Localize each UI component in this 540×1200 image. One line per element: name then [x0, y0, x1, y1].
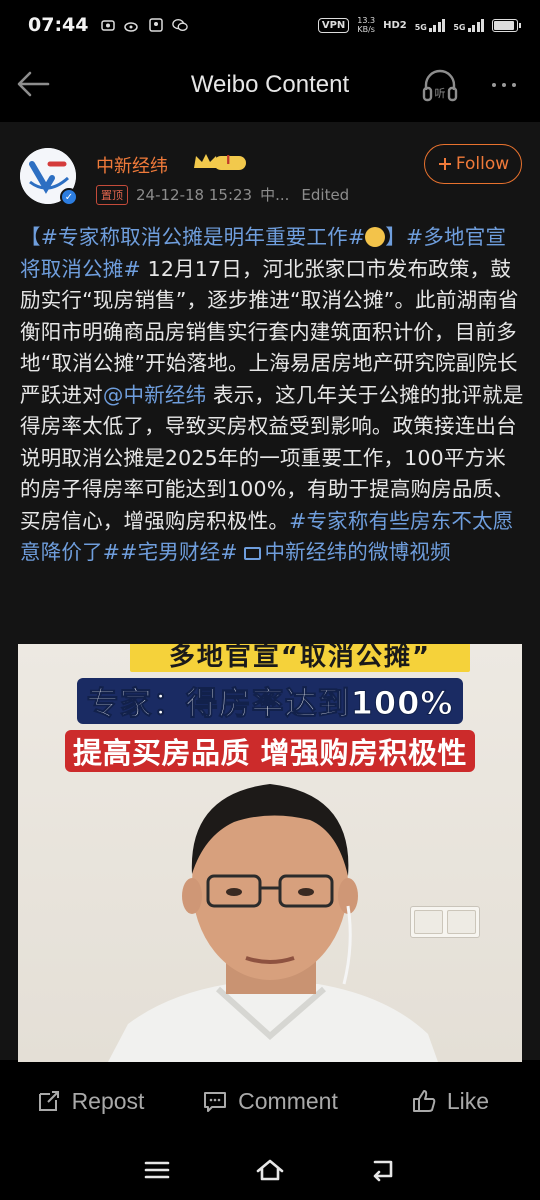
follow-label: Follow [455, 154, 510, 174]
home-icon [256, 1159, 284, 1181]
signal-bars-icon [428, 18, 446, 32]
bracket-close: 】 [385, 225, 406, 249]
notification-icons [100, 17, 189, 33]
video-player[interactable]: 多地官宣“取消公摊” 专家：得房率达到100% 提高买房品质 增强购房积极性 [18, 644, 522, 1062]
page-title: Weibo Content [190, 71, 350, 98]
recents-button[interactable] [137, 1150, 177, 1190]
status-time: 07:44 [28, 14, 89, 36]
dot-icon [502, 83, 506, 87]
map-notification-icon [148, 17, 164, 33]
vpn-indicator: VPN [317, 17, 350, 33]
wall-switch [410, 906, 480, 938]
signal-2: 5G [453, 18, 484, 32]
app-notification-icon [100, 17, 116, 33]
video-link[interactable]: 中新经纬的微博视频 [264, 540, 450, 564]
network-type-2: 5G [453, 23, 466, 32]
svg-text:听: 听 [435, 87, 446, 100]
weibo-notification-icon [124, 17, 140, 33]
plus-icon [438, 158, 451, 170]
crown-icon [194, 154, 246, 170]
return-icon [374, 1160, 393, 1182]
repost-icon [38, 1091, 59, 1111]
speed-unit: KB/s [357, 25, 375, 34]
vip-level: I [226, 153, 231, 167]
video-banner-bottom: 提高买房品质 增强购房积极性 [28, 728, 512, 774]
vip-crown-badge: I [192, 150, 248, 174]
like-button[interactable]: Like [360, 1088, 540, 1115]
post-actions: Repost Comment Like [0, 1068, 540, 1134]
comment-button[interactable]: Comment [180, 1088, 360, 1115]
network-speed: 13.3 KB/s [357, 16, 375, 34]
back-nav-button[interactable] [363, 1150, 403, 1190]
video-banner-top-text: 多地官宣“取消公摊” [168, 644, 432, 672]
repost-button[interactable]: Repost [0, 1088, 180, 1115]
status-bar: 07:44 VPN 13.3 KB/s HD2 5G 5G [0, 0, 540, 50]
battery-icon [492, 18, 521, 32]
post-card: ✓ 中新经纬 I 置顶 24-12-18 15:23 中... Edited F… [0, 122, 540, 1062]
like-label: Like [446, 1087, 490, 1114]
speed-value: 13.3 [357, 16, 376, 25]
back-button[interactable] [14, 64, 54, 104]
follow-button[interactable]: Follow [424, 144, 522, 184]
menu-icon [144, 1161, 169, 1179]
hashtag-link[interactable]: 【#专家称取消公摊是明年重要工作# [20, 225, 365, 249]
dot-icon [512, 83, 516, 87]
comment-label: Comment [238, 1087, 338, 1114]
author-name[interactable]: 中新经纬 [96, 152, 168, 178]
hd-indicator: HD2 [383, 19, 407, 31]
headphones-icon: 听 [422, 69, 458, 102]
post-timestamp: 24-12-18 15:23 [136, 185, 253, 204]
pinned-badge: 置顶 [96, 184, 128, 205]
thinking-emoji-icon [365, 227, 386, 247]
hashtag-link[interactable]: #宅男财经# [120, 540, 238, 564]
wechat-notification-icon [172, 17, 189, 33]
top-bar: Weibo Content 听 [0, 50, 540, 120]
video-banner-mid-text: 专家：得房率达到100% [76, 678, 464, 724]
home-button[interactable] [250, 1150, 290, 1190]
signal-1: 5G [415, 18, 446, 32]
mention-link[interactable]: @中新经纬 [103, 383, 207, 407]
post-source: 中... [260, 186, 290, 204]
video-camera-icon [244, 547, 262, 560]
post-meta: 置顶 24-12-18 15:23 中... Edited [96, 184, 349, 205]
thumbs-up-icon [412, 1090, 436, 1112]
listen-button[interactable]: 听 [420, 66, 460, 104]
video-banner-top: 多地官宣“取消公摊” [130, 644, 470, 672]
status-indicators: VPN 13.3 KB/s HD2 5G 5G [317, 16, 521, 34]
back-arrow-icon [17, 71, 50, 97]
signal-bars-icon [467, 18, 484, 32]
video-banner-mid: 专家：得房率达到100% [54, 676, 486, 726]
edited-label[interactable]: Edited [301, 186, 349, 204]
more-options-button[interactable] [486, 70, 522, 100]
video-banner-bottom-text: 提高买房品质 增强购房积极性 [64, 730, 476, 772]
repost-label: Repost [71, 1087, 145, 1114]
comment-icon [204, 1092, 227, 1112]
system-nav-bar [0, 1140, 540, 1200]
verified-badge-icon: ✓ [60, 188, 78, 206]
dot-icon [492, 83, 496, 87]
post-text: 【#专家称取消公摊是明年重要工作# 】#多地官宣将取消公摊# 12月17日，河北张… [20, 222, 526, 569]
network-type-1: 5G [414, 23, 427, 32]
